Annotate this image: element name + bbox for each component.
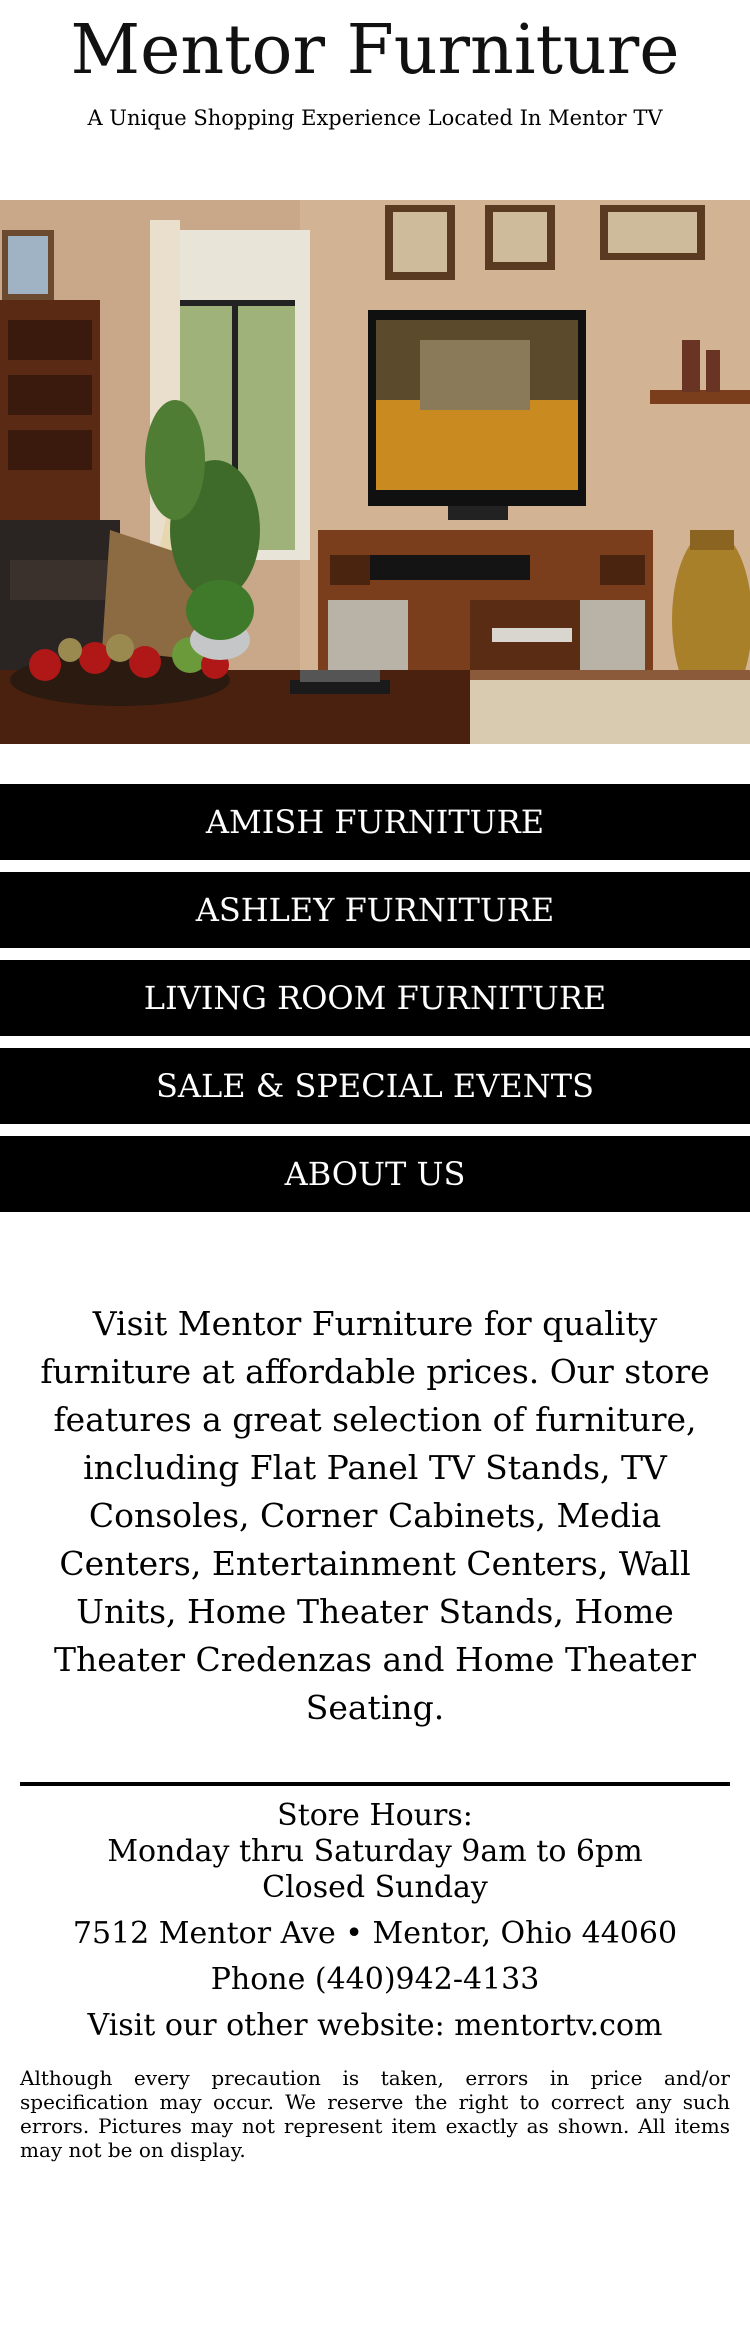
other-website-link[interactable]: Visit our other website: mentortv.com: [0, 2008, 750, 2044]
site-title[interactable]: Mentor Furniture: [0, 14, 750, 88]
hero-image: [0, 200, 750, 744]
intro-text: Visit Mentor Furniture for quality furni…: [40, 1304, 710, 1727]
nav-about-us[interactable]: ABOUT US: [0, 1136, 750, 1212]
nav-amish-furniture[interactable]: AMISH FURNITURE: [0, 784, 750, 860]
hours-sunday: Closed Sunday: [262, 1870, 488, 1905]
store-address: 7512 Mentor Ave • Mentor, Ohio 44060: [72, 1916, 678, 1951]
main-nav: AMISH FURNITURE ASHLEY FURNITURE LIVING …: [0, 784, 750, 1212]
disclaimer-text: Although every precaution is taken, erro…: [20, 2066, 730, 2162]
nav-living-room-furniture[interactable]: LIVING ROOM FURNITURE: [0, 960, 750, 1036]
hours-weekday: Monday thru Saturday 9am to 6pm: [107, 1834, 643, 1869]
header: Mentor Furniture A Unique Shopping Exper…: [0, 0, 750, 131]
store-hours: Store Hours: Monday thru Saturday 9am to…: [0, 1798, 750, 1906]
store-info: Store Hours: Monday thru Saturday 9am to…: [0, 1798, 750, 2044]
nav-ashley-furniture[interactable]: ASHLEY FURNITURE: [0, 872, 750, 948]
hours-title: Store Hours:: [277, 1798, 473, 1833]
living-room-photo-icon: [0, 200, 750, 744]
store-phone[interactable]: Phone (440)942-4133: [0, 1962, 750, 1998]
nav-sale-special-events[interactable]: SALE & SPECIAL EVENTS: [0, 1048, 750, 1124]
footer-divider: [20, 1782, 730, 1786]
site-tagline: A Unique Shopping Experience Located In …: [87, 106, 663, 130]
